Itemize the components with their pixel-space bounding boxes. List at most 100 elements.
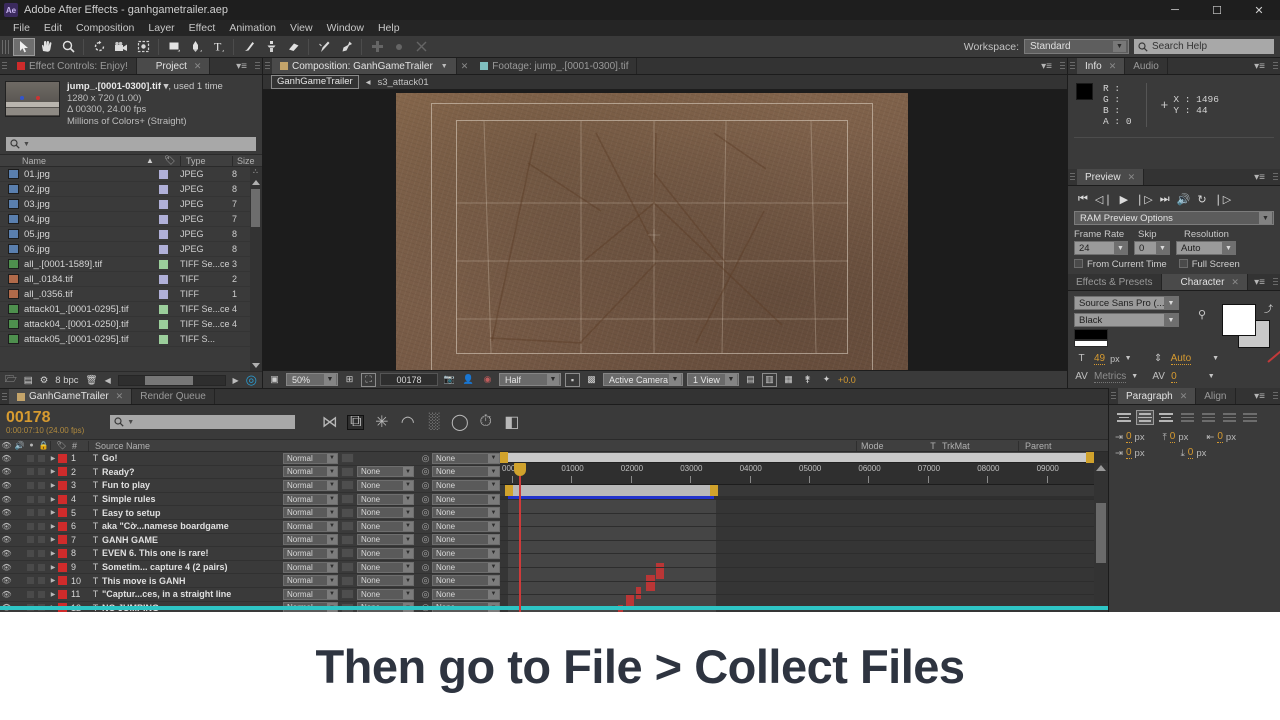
roto-brush-tool-icon[interactable]	[313, 38, 335, 56]
menu-view[interactable]: View	[283, 20, 320, 36]
layer-label-color[interactable]	[58, 576, 67, 586]
timeline-layer-row[interactable]: 👁 ▶ 11 T "Captur...ces, in a straight line No…	[0, 588, 500, 602]
panel-grip-right-icon[interactable]	[255, 62, 260, 70]
work-area-end-handle[interactable]	[1086, 452, 1094, 463]
first-frame-button[interactable]: ⏮	[1078, 193, 1088, 206]
audio-toggle-button[interactable]: 🔊	[1177, 193, 1191, 206]
layer-source-name[interactable]: Simple rules	[102, 494, 283, 504]
preserve-transparency-toggle[interactable]	[341, 494, 354, 505]
parent-pickwhip-icon[interactable]: ◎	[419, 466, 432, 477]
panel-grip-icon[interactable]	[2, 62, 7, 70]
composition-mini-flowchart-icon[interactable]: ⋈	[321, 414, 338, 431]
camera-tool-icon[interactable]	[110, 38, 132, 56]
preserve-transparency-toggle[interactable]	[341, 548, 354, 559]
layer-mode-select[interactable]: Normal ▼	[283, 561, 338, 573]
tab-project[interactable]: Project ✕	[136, 58, 211, 74]
project-file-row[interactable]: 02.jpg JPEG 8	[0, 182, 262, 197]
bit-depth-label[interactable]: 8 bpc	[55, 375, 78, 386]
timecode-display[interactable]: 00178 0:00:07:10 (24.00 fps)	[6, 409, 84, 435]
preserve-transparency-toggle[interactable]	[341, 480, 354, 491]
transparency-grid-icon[interactable]: ▩	[584, 373, 599, 387]
space-before-field[interactable]: ⤒ 0 px	[1163, 431, 1188, 443]
layer-lock-toggle[interactable]	[37, 589, 46, 599]
timeline-layer-row[interactable]: 👁▶1TGo!Normal▼▼◎None▼	[0, 452, 500, 466]
layer-label-color[interactable]	[58, 535, 67, 545]
delete-icon[interactable]: 🗑	[86, 375, 98, 386]
layer-expand-icon[interactable]: ▶	[48, 496, 58, 503]
layer-solo-toggle[interactable]	[26, 535, 35, 545]
layer-trkmat-select[interactable]: None ▼	[357, 466, 414, 478]
close-icon[interactable]: ✕	[1109, 61, 1117, 72]
layer-trkmat-select[interactable]: None ▼	[357, 561, 414, 573]
resolution-select[interactable]: Half ▼	[499, 373, 561, 386]
chevron-down-icon[interactable]: ▼	[1208, 373, 1215, 380]
tab-info[interactable]: Info ✕	[1077, 58, 1126, 74]
enable-motion-blur-icon[interactable]: ░	[425, 413, 442, 430]
layer-visibility-icon[interactable]: 👁	[0, 535, 13, 544]
timeline-vertical-scrollbar[interactable]	[1094, 463, 1108, 612]
timeline-scroll-thumb[interactable]	[1096, 503, 1106, 563]
layer-label-color[interactable]	[58, 480, 67, 490]
layer-solo-toggle[interactable]	[26, 508, 35, 518]
layer-expand-icon[interactable]: ▶	[48, 591, 58, 598]
layer-lock-toggle[interactable]	[37, 535, 46, 545]
layer-trkmat-select[interactable]: None ▼	[357, 588, 414, 600]
mask-feather-tool-icon[interactable]	[410, 38, 432, 56]
layer-expand-icon[interactable]: ▶	[48, 536, 58, 543]
tab-ganhgametrailer-timeline[interactable]: GanhGameTrailer ✕	[9, 389, 133, 404]
ram-preview-options-select[interactable]: RAM Preview Options ▼	[1074, 211, 1274, 225]
timeline-layer-row[interactable]: 👁 ▶ 9 T Sometim... capture 4 (2 pairs) Normal…	[0, 561, 500, 575]
align-horizontal-icon[interactable]	[366, 38, 388, 56]
timeline-graph-area[interactable]: 0000 01000 02000 03000 04000 05000 06000 07000 0…	[500, 452, 1108, 612]
current-frame-field[interactable]: 00178	[380, 373, 438, 386]
previous-frame-button[interactable]: ◁❘	[1095, 193, 1113, 206]
layer-source-name[interactable]: "Captur...ces, in a straight line	[102, 589, 283, 599]
layer-lock-toggle[interactable]	[37, 562, 46, 572]
project-settings-icon[interactable]: ⚙	[40, 375, 49, 386]
project-vertical-scrollbar[interactable]: ⛬	[250, 167, 262, 371]
brainstorm-icon[interactable]: ◯	[451, 414, 469, 431]
keyframe-marker[interactable]	[646, 575, 655, 591]
layer-expand-icon[interactable]: ▶	[48, 523, 58, 530]
layer-source-name[interactable]: Fun to play	[102, 480, 283, 490]
menu-composition[interactable]: Composition	[69, 20, 141, 36]
auto-keyframe-icon[interactable]: ⏱	[477, 413, 494, 430]
search-help-input[interactable]: Search Help	[1134, 39, 1274, 54]
space-after-field[interactable]: ⤓ 0 px	[1181, 447, 1206, 459]
char-grip-right-icon[interactable]	[1273, 278, 1278, 286]
layer-solo-toggle[interactable]	[26, 467, 35, 477]
timeline-layer-row[interactable]: 👁 ▶ 4 T Simple rules Normal ▼ None ▼ ◎ None ▼	[0, 493, 500, 507]
layer-mode-select[interactable]: Normal ▼	[283, 452, 338, 464]
timeline-layer-row[interactable]: 👁 ▶ 2 T Ready? Normal ▼ None ▼ ◎ None ▼	[0, 466, 500, 480]
project-scroll-thumb[interactable]	[251, 189, 260, 227]
timeline-search-input[interactable]: ▼	[110, 415, 296, 429]
layer-label-color[interactable]	[58, 548, 67, 558]
align-right-button[interactable]	[1157, 410, 1175, 425]
parent-pickwhip-icon[interactable]: ◎	[419, 521, 432, 532]
chevron-down-icon[interactable]: ▼	[1131, 373, 1138, 380]
project-search-input[interactable]: ▼	[6, 137, 256, 151]
layer-source-name[interactable]: Sometim... capture 4 (2 pairs)	[102, 562, 283, 572]
tab-effects-presets[interactable]: Effects & Presets	[1068, 274, 1162, 290]
layer-parent-select[interactable]: None ▼	[432, 452, 500, 464]
exposure-reset-icon[interactable]: ✦	[819, 373, 834, 387]
layer-source-name[interactable]: EVEN 6. This one is rare!	[102, 548, 283, 558]
layer-mode-select[interactable]: Normal ▼	[283, 534, 338, 546]
region-of-interest-icon[interactable]: ⛶	[361, 372, 376, 387]
timeline-grip-icon[interactable]	[2, 393, 7, 400]
layer-visibility-icon[interactable]: 👁	[0, 549, 13, 558]
stroke-color-swatch[interactable]	[1074, 340, 1108, 347]
hscroll-thumb[interactable]	[144, 375, 193, 385]
layer-mode-select[interactable]: Normal ▼	[283, 507, 338, 519]
layer-lock-toggle[interactable]	[37, 508, 46, 518]
layer-lock-toggle[interactable]	[37, 576, 46, 586]
justify-last-right-button[interactable]	[1220, 410, 1238, 425]
project-file-row[interactable]: all_.0184.tif TIFF 2	[0, 272, 262, 287]
font-family-select[interactable]: Source Sans Pro (... ▼	[1074, 296, 1179, 310]
paragraph-grip-right-icon[interactable]	[1273, 392, 1278, 400]
layer-trkmat-select[interactable]: None ▼	[357, 547, 414, 559]
layer-visibility-icon[interactable]: 👁	[0, 522, 13, 531]
eraser-tool-icon[interactable]	[282, 38, 304, 56]
label-color-swatch[interactable]	[159, 289, 168, 299]
parent-pickwhip-icon[interactable]: ◎	[419, 589, 432, 600]
